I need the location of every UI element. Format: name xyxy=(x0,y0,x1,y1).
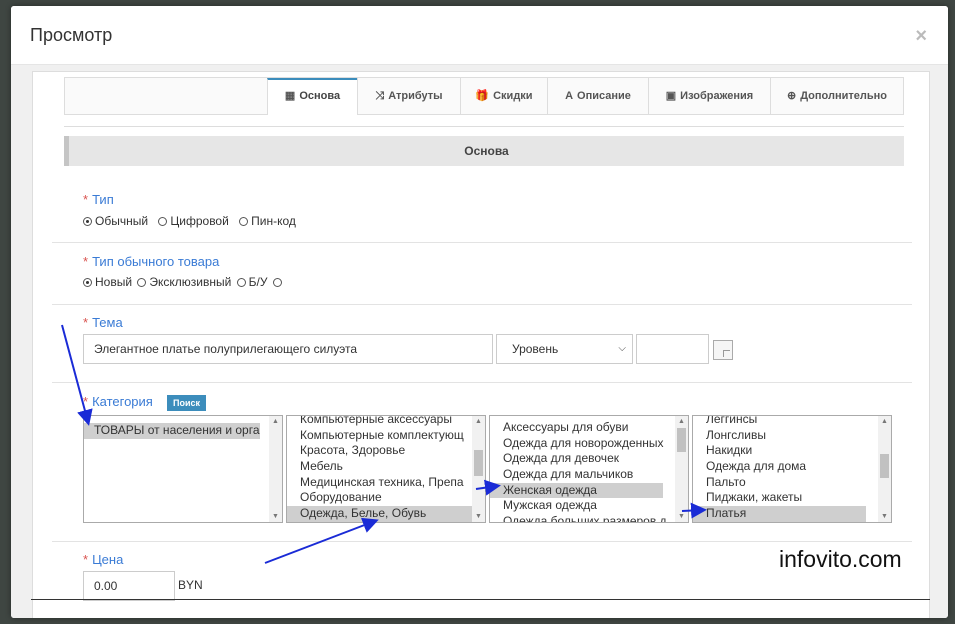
arrow-to-category-list-2 xyxy=(264,517,379,564)
arrow-to-category-list-1 xyxy=(61,324,93,426)
watermark: infovito.com xyxy=(779,546,902,572)
arrow-to-category-list-4 xyxy=(681,502,707,519)
annotation-arrows xyxy=(61,324,707,564)
arrow-to-category-list-3 xyxy=(475,479,501,496)
divider xyxy=(31,599,930,600)
